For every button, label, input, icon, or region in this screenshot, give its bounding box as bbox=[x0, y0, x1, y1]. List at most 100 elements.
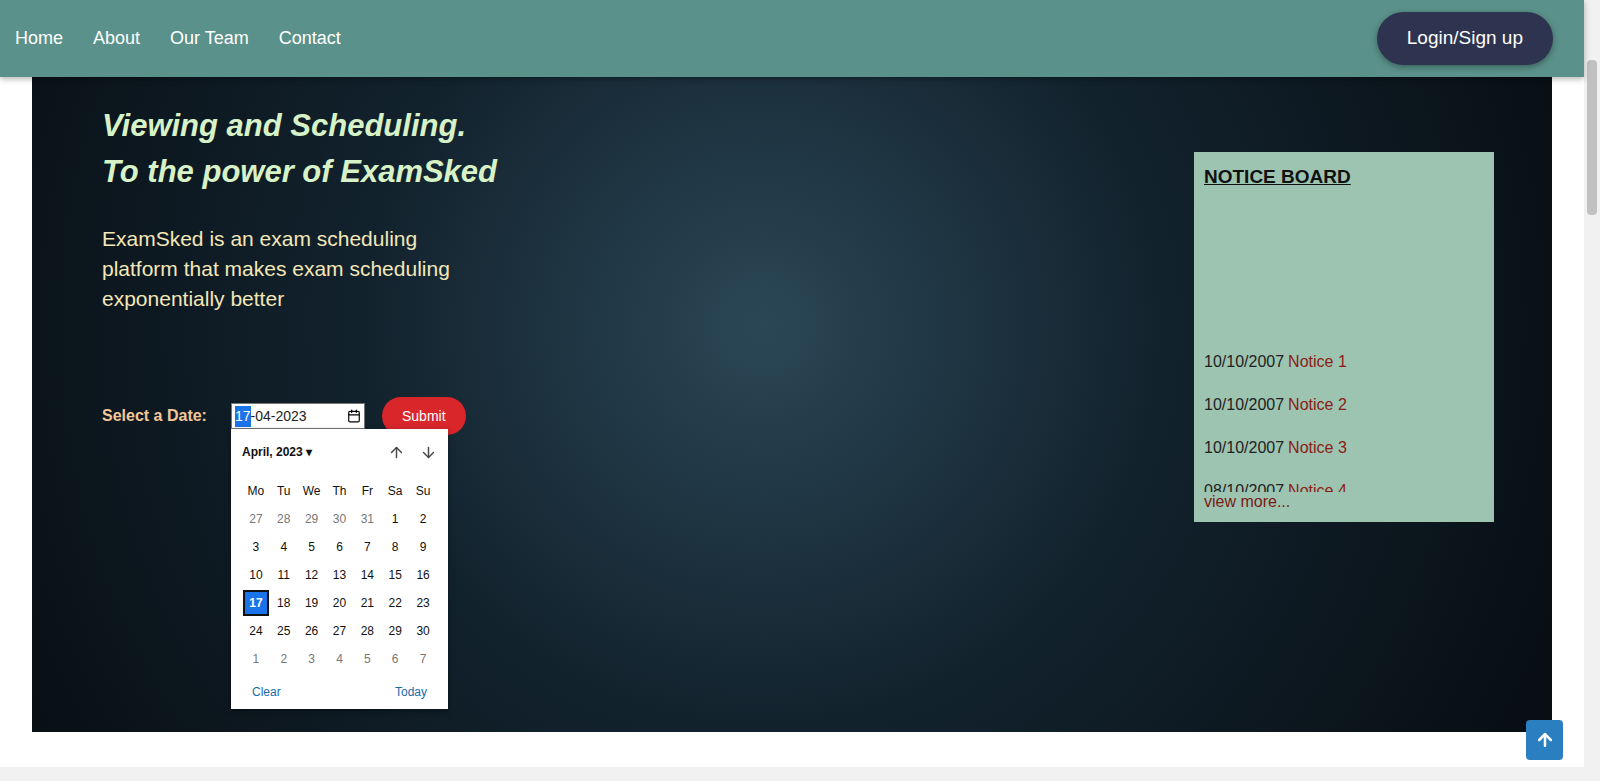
view-more-link[interactable]: view more... bbox=[1204, 492, 1484, 512]
calendar-day[interactable]: 28 bbox=[271, 506, 297, 532]
calendar-day[interactable]: 30 bbox=[410, 618, 436, 644]
calendar-day[interactable]: 5 bbox=[299, 534, 325, 560]
notice-date: 10/10/2007 bbox=[1204, 436, 1284, 460]
calendar-day[interactable]: 27 bbox=[326, 618, 352, 644]
calendar-day[interactable]: 24 bbox=[243, 618, 269, 644]
calendar-day[interactable]: 26 bbox=[299, 618, 325, 644]
week-row: 1234567 bbox=[242, 645, 437, 673]
calendar-day[interactable]: 19 bbox=[299, 590, 325, 616]
date-label: Select a Date: bbox=[102, 404, 231, 428]
calendar-icon[interactable] bbox=[347, 409, 361, 423]
calendar-day[interactable]: 10 bbox=[243, 562, 269, 588]
calendar-day[interactable]: 7 bbox=[410, 646, 436, 672]
calendar-day[interactable]: 12 bbox=[299, 562, 325, 588]
month-select[interactable]: April, 2023 ▾ bbox=[242, 443, 312, 461]
date-segment: -04-2023 bbox=[251, 406, 307, 427]
notice-list: 10/10/2007Notice 110/10/2007Notice 210/1… bbox=[1204, 340, 1484, 492]
week-row: 24252627282930 bbox=[242, 617, 437, 645]
weekday: Su bbox=[409, 482, 437, 500]
calendar-day[interactable]: 8 bbox=[382, 534, 408, 560]
calendar-day[interactable]: 31 bbox=[354, 506, 380, 532]
calendar-day[interactable]: 3 bbox=[243, 534, 269, 560]
notice-date: 10/10/2007 bbox=[1204, 350, 1284, 374]
week-row: 272829303112 bbox=[242, 505, 437, 533]
hero-description: ExamSked is an exam schedulingplatform t… bbox=[102, 224, 592, 314]
page-gap bbox=[0, 732, 1584, 767]
notice-title[interactable]: Notice 4 bbox=[1288, 479, 1347, 493]
navbar: Home About Our Team Contact Login/Sign up bbox=[0, 0, 1584, 77]
calendar-day[interactable]: 14 bbox=[354, 562, 380, 588]
nav-link[interactable]: Our Team bbox=[170, 25, 249, 52]
calendar-day[interactable]: 4 bbox=[271, 534, 297, 560]
week-row: 3456789 bbox=[242, 533, 437, 561]
calendar-day[interactable]: 27 bbox=[243, 506, 269, 532]
horizontal-scrollbar[interactable] bbox=[0, 767, 1584, 781]
nav-link[interactable]: Contact bbox=[279, 25, 341, 52]
nav-link[interactable]: About bbox=[93, 25, 140, 52]
weekday: Th bbox=[326, 482, 354, 500]
calendar-day[interactable]: 6 bbox=[326, 534, 352, 560]
login-button[interactable]: Login/Sign up bbox=[1377, 12, 1553, 65]
calendar-footer: Clear Today bbox=[231, 683, 448, 701]
calendar-day[interactable]: 29 bbox=[382, 618, 408, 644]
calendar-day[interactable]: 25 bbox=[271, 618, 297, 644]
calendar-day[interactable]: 20 bbox=[326, 590, 352, 616]
arrow-up-icon bbox=[1535, 730, 1555, 750]
next-month-icon[interactable] bbox=[420, 444, 437, 461]
notice-item[interactable]: 08/10/2007Notice 4 bbox=[1204, 469, 1484, 492]
main: Home About Our Team Contact Login/Sign up Vie… bbox=[0, 0, 1584, 781]
notice-board: NOTICE BOARD10/10/2007Notice 110/10/2007… bbox=[1194, 152, 1494, 522]
notice-item[interactable]: 10/10/2007Notice 2 bbox=[1204, 383, 1484, 426]
vertical-scrollbar[interactable] bbox=[1584, 0, 1600, 781]
date-segment: 17 bbox=[235, 406, 251, 427]
notice-title[interactable]: Notice 3 bbox=[1288, 436, 1347, 460]
hero-heading: Viewing and Scheduling.To the power of E… bbox=[102, 103, 592, 195]
date-form: Select a Date:17-04-2023April, 2023 ▾MoT… bbox=[102, 397, 592, 435]
calendar-day[interactable]: 4 bbox=[326, 646, 352, 672]
calendar-day[interactable]: 3 bbox=[299, 646, 325, 672]
weekday: Mo bbox=[242, 482, 270, 500]
clear-button[interactable]: Clear bbox=[252, 683, 281, 701]
date-picker: 17-04-2023April, 2023 ▾MoTuWeThFrSaSu272… bbox=[231, 403, 365, 429]
nav-link[interactable]: Home bbox=[15, 25, 63, 52]
calendar-day[interactable]: 18 bbox=[271, 590, 297, 616]
notice-board-title: NOTICE BOARD bbox=[1204, 164, 1484, 190]
previous-month-icon[interactable] bbox=[388, 444, 405, 461]
calendar-day[interactable]: 29 bbox=[299, 506, 325, 532]
calendar-day[interactable]: 5 bbox=[354, 646, 380, 672]
notice-item[interactable]: 10/10/2007Notice 1 bbox=[1204, 340, 1484, 383]
notice-item[interactable]: 10/10/2007Notice 3 bbox=[1204, 426, 1484, 469]
hero-left: Viewing and Scheduling.To the power of E… bbox=[32, 77, 592, 732]
calendar-day[interactable]: 7 bbox=[354, 534, 380, 560]
calendar-header: April, 2023 ▾ bbox=[231, 441, 448, 463]
page: Home About Our Team Contact Login/Sign up Vie… bbox=[0, 0, 1600, 781]
calendar-day[interactable]: 28 bbox=[354, 618, 380, 644]
today-button[interactable]: Today bbox=[395, 683, 427, 701]
calendar-day[interactable]: 21 bbox=[354, 590, 380, 616]
calendar-day[interactable]: 11 bbox=[271, 562, 297, 588]
calendar-day[interactable]: 9 bbox=[410, 534, 436, 560]
calendar-day[interactable]: 30 bbox=[326, 506, 352, 532]
calendar-day[interactable]: 15 bbox=[382, 562, 408, 588]
notice-date: 10/10/2007 bbox=[1204, 393, 1284, 417]
calendar-day[interactable]: 6 bbox=[382, 646, 408, 672]
scrollbar-thumb[interactable] bbox=[1587, 60, 1597, 215]
calendar-day[interactable]: 1 bbox=[382, 506, 408, 532]
calendar-day[interactable]: 1 bbox=[243, 646, 269, 672]
calendar-day[interactable]: 17 bbox=[243, 590, 269, 616]
hero: Viewing and Scheduling.To the power of E… bbox=[32, 77, 1552, 732]
notice-title[interactable]: Notice 1 bbox=[1288, 350, 1347, 374]
nav-links: Home About Our Team Contact bbox=[15, 25, 341, 52]
calendar-grid: MoTuWeThFrSaSu27282930311234567891011121… bbox=[231, 477, 448, 673]
back-to-top-button[interactable] bbox=[1526, 720, 1563, 760]
notice-title[interactable]: Notice 2 bbox=[1288, 393, 1347, 417]
weekday: Fr bbox=[353, 482, 381, 500]
calendar-day[interactable]: 23 bbox=[410, 590, 436, 616]
calendar-day[interactable]: 2 bbox=[271, 646, 297, 672]
calendar-day[interactable]: 2 bbox=[410, 506, 436, 532]
weekday-row: MoTuWeThFrSaSu bbox=[242, 477, 437, 505]
calendar-day[interactable]: 16 bbox=[410, 562, 436, 588]
date-input[interactable]: 17-04-2023 bbox=[231, 403, 365, 429]
calendar-day[interactable]: 13 bbox=[326, 562, 352, 588]
calendar-day[interactable]: 22 bbox=[382, 590, 408, 616]
